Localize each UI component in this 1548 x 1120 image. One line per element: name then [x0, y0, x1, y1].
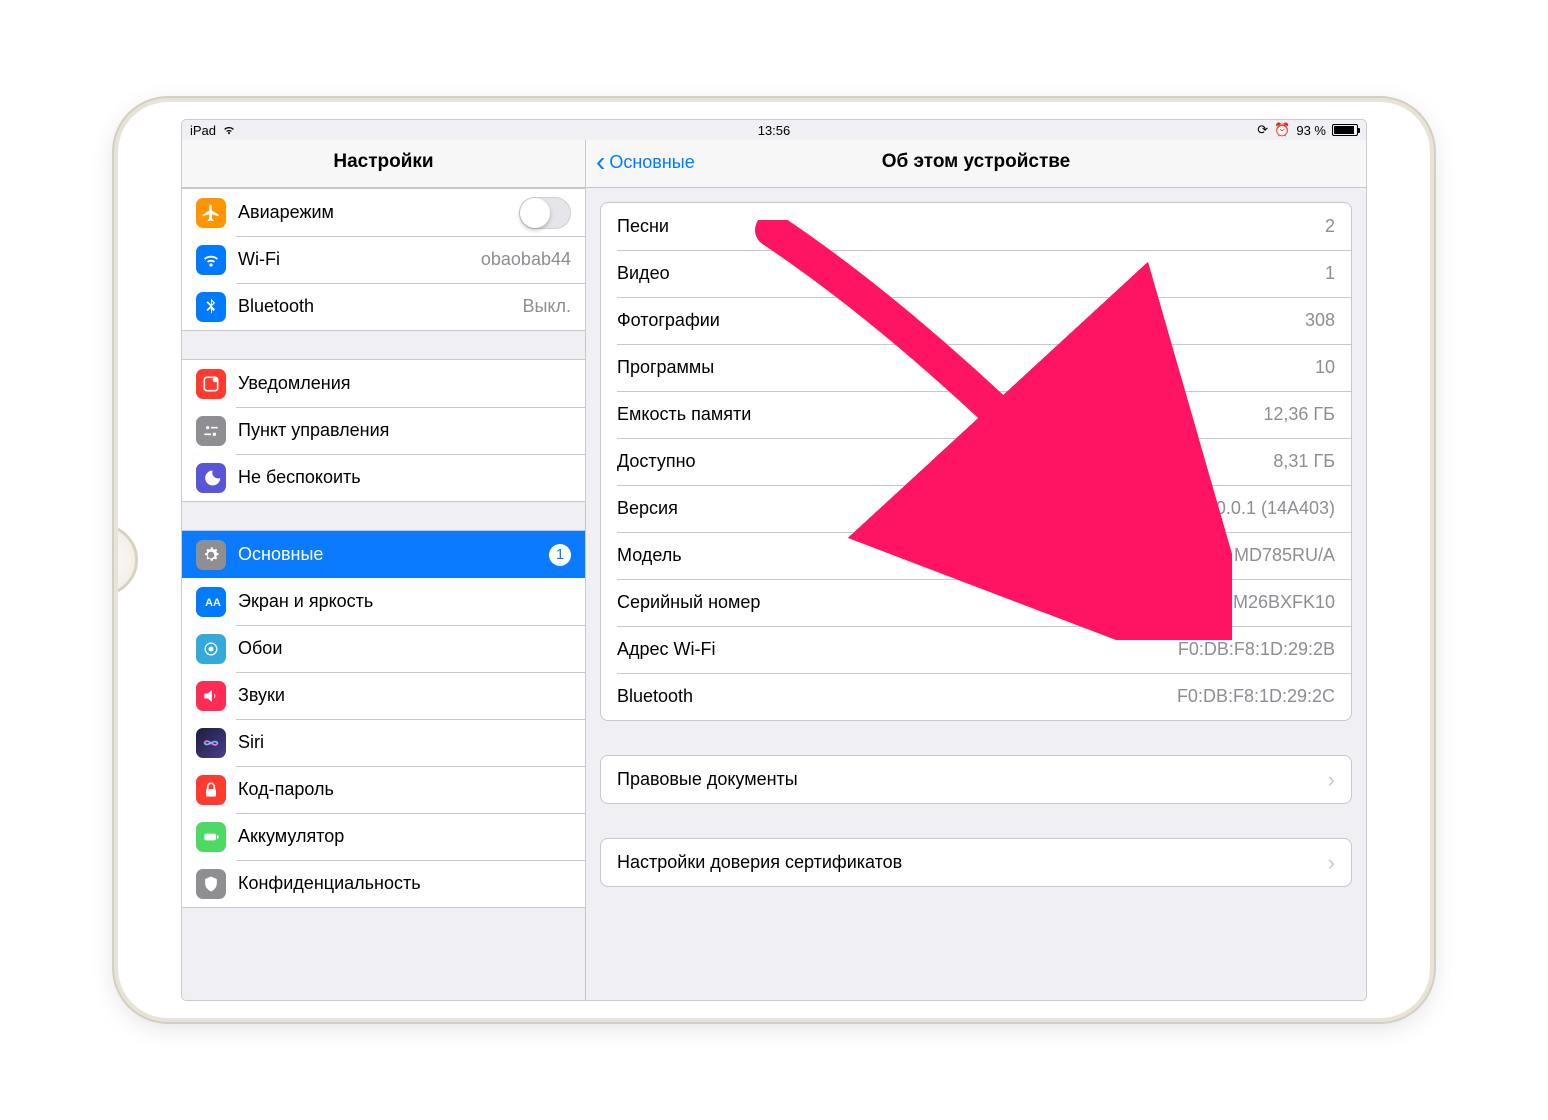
- wallpaper-label: Обои: [238, 638, 571, 659]
- status-bar: iPad 13:56 ⟳ ⏰ 93 %: [182, 120, 1366, 140]
- sidebar-item-wifi[interactable]: Wi-Fi obaobab44: [182, 236, 585, 283]
- notifications-icon: [196, 369, 226, 399]
- airplane-icon: [196, 198, 226, 228]
- row-legal[interactable]: Правовые документы›: [601, 756, 1351, 803]
- sidebar-item-sounds[interactable]: Звуки: [182, 672, 585, 719]
- alarm-icon: ⏰: [1274, 122, 1290, 138]
- wifi-icon: [222, 125, 236, 135]
- chevron-left-icon: ‹: [596, 153, 605, 171]
- cert-group: Настройки доверия сертификатов›: [600, 838, 1352, 887]
- battery-label: Аккумулятор: [238, 826, 571, 847]
- sounds-icon: [196, 681, 226, 711]
- bluetooth-value: Выкл.: [522, 296, 571, 317]
- sidebar-item-passcode[interactable]: Код-пароль: [182, 766, 585, 813]
- sidebar-item-controlcenter[interactable]: Пункт управления: [182, 407, 585, 454]
- sidebar-item-privacy[interactable]: Конфиденциальность: [182, 860, 585, 907]
- about-info-group: Песни2 Видео1 Фотографии308 Программы10 …: [600, 202, 1352, 721]
- dnd-label: Не беспокоить: [238, 467, 571, 488]
- sidebar-item-bluetooth[interactable]: Bluetooth Выкл.: [182, 283, 585, 330]
- sidebar-item-general[interactable]: Основные 1: [182, 531, 585, 578]
- status-time: 13:56: [758, 123, 791, 138]
- detail-title: Об этом устройстве: [882, 151, 1071, 173]
- chevron-right-icon: ›: [1328, 850, 1335, 876]
- sidebar-item-dnd[interactable]: Не беспокоить: [182, 454, 585, 501]
- row-cert[interactable]: Настройки доверия сертификатов›: [601, 839, 1351, 886]
- display-icon: AA: [196, 587, 226, 617]
- airplane-label: Авиарежим: [238, 202, 519, 223]
- detail-pane: ‹ Основные Об этом устройстве Песни2 Вид…: [586, 140, 1366, 1000]
- general-badge: 1: [549, 544, 571, 566]
- row-songs[interactable]: Песни2: [601, 203, 1351, 250]
- siri-label: Siri: [238, 732, 571, 753]
- back-label: Основные: [609, 152, 694, 173]
- row-version[interactable]: Версия10.0.1 (14A403): [601, 485, 1351, 532]
- dnd-icon: [196, 463, 226, 493]
- row-photos[interactable]: Фотографии308: [601, 297, 1351, 344]
- status-battery-pct: 93 %: [1296, 123, 1326, 138]
- rotation-lock-icon: ⟳: [1257, 122, 1268, 138]
- back-button[interactable]: ‹ Основные: [596, 152, 695, 173]
- sidebar-item-siri[interactable]: Siri: [182, 719, 585, 766]
- passcode-label: Код-пароль: [238, 779, 571, 800]
- siri-icon: [196, 728, 226, 758]
- sidebar-item-airplane[interactable]: Авиарежим: [182, 189, 585, 236]
- row-capacity[interactable]: Емкость памяти12,36 ГБ: [601, 391, 1351, 438]
- sidebar-item-wallpaper[interactable]: Обои: [182, 625, 585, 672]
- notifications-label: Уведомления: [238, 373, 571, 394]
- screen: iPad 13:56 ⟳ ⏰ 93 % Настройки Авиарежим: [182, 120, 1366, 1000]
- privacy-icon: [196, 869, 226, 899]
- row-serial[interactable]: Серийный номерDMQM26BXFK10: [601, 579, 1351, 626]
- row-apps[interactable]: Программы10: [601, 344, 1351, 391]
- row-wifi-addr[interactable]: Адрес Wi-FiF0:DB:F8:1D:29:2B: [601, 626, 1351, 673]
- svg-text:AA: AA: [205, 597, 221, 609]
- bluetooth-icon: [196, 292, 226, 322]
- detail-nav: ‹ Основные Об этом устройстве: [586, 140, 1366, 188]
- row-videos[interactable]: Видео1: [601, 250, 1351, 297]
- sidebar-item-notifications[interactable]: Уведомления: [182, 360, 585, 407]
- display-label: Экран и яркость: [238, 591, 571, 612]
- gear-icon: [196, 540, 226, 570]
- wifi-settings-icon: [196, 245, 226, 275]
- bluetooth-label: Bluetooth: [238, 296, 522, 317]
- row-bt-addr[interactable]: BluetoothF0:DB:F8:1D:29:2C: [601, 673, 1351, 720]
- status-device: iPad: [190, 123, 216, 138]
- row-available[interactable]: Доступно8,31 ГБ: [601, 438, 1351, 485]
- wifi-value: obaobab44: [481, 249, 571, 270]
- battery-icon: [1332, 124, 1358, 136]
- sidebar-title: Настройки: [182, 140, 585, 188]
- sidebar-item-display[interactable]: AA Экран и яркость: [182, 578, 585, 625]
- sounds-label: Звуки: [238, 685, 571, 706]
- legal-group: Правовые документы›: [600, 755, 1352, 804]
- airplane-toggle[interactable]: [519, 197, 571, 229]
- sidebar-item-battery[interactable]: Аккумулятор: [182, 813, 585, 860]
- row-model[interactable]: МодельMD785RU/A: [601, 532, 1351, 579]
- lock-icon: [196, 775, 226, 805]
- privacy-label: Конфиденциальность: [238, 873, 571, 894]
- controlcenter-label: Пункт управления: [238, 420, 571, 441]
- wallpaper-icon: [196, 634, 226, 664]
- ipad-frame: iPad 13:56 ⟳ ⏰ 93 % Настройки Авиарежим: [118, 102, 1430, 1018]
- general-label: Основные: [238, 544, 549, 565]
- home-button[interactable]: [118, 524, 138, 596]
- controlcenter-icon: [196, 416, 226, 446]
- chevron-right-icon: ›: [1328, 767, 1335, 793]
- wifi-label: Wi-Fi: [238, 249, 481, 270]
- battery-settings-icon: [196, 822, 226, 852]
- settings-sidebar: Настройки Авиарежим Wi-Fi obaobab44: [182, 140, 586, 1000]
